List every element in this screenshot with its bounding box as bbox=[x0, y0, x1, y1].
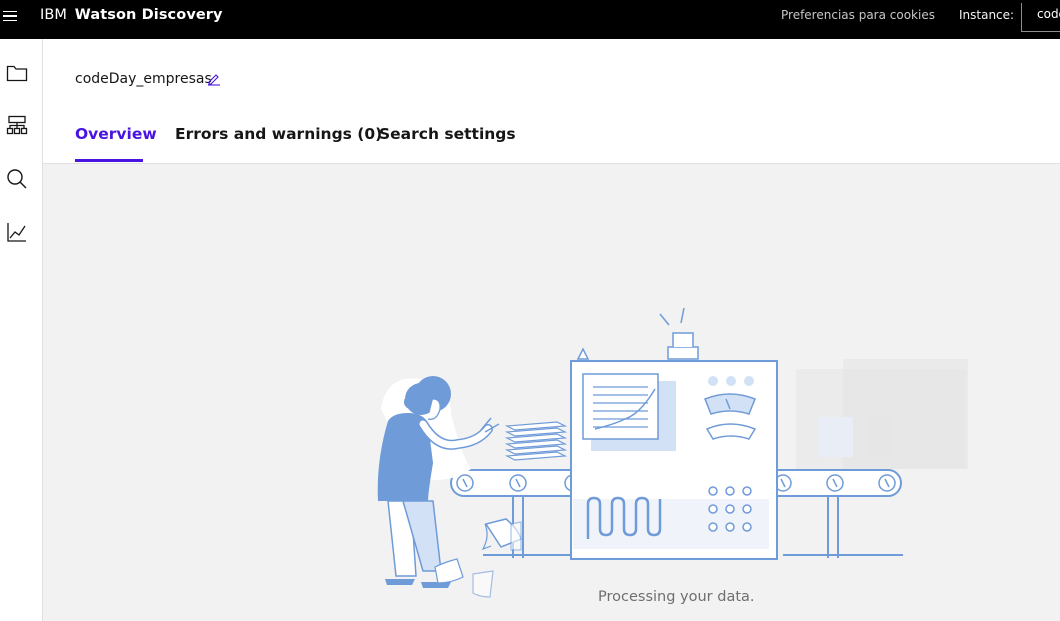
search-icon[interactable] bbox=[5, 167, 29, 191]
brand-ibm: IBM bbox=[40, 7, 68, 23]
tab-errors-and-warnings[interactable]: Errors and warnings (0) bbox=[175, 125, 382, 143]
chart-line-icon[interactable] bbox=[5, 220, 29, 244]
instance-dropdown[interactable]: codeDay bbox=[1021, 3, 1060, 32]
overview-content-area: Processing your data. bbox=[43, 163, 1060, 621]
app-brand[interactable]: IBM Watson Discovery bbox=[40, 7, 223, 23]
folder-icon[interactable] bbox=[5, 61, 29, 85]
tab-search-settings[interactable]: Search settings bbox=[379, 125, 516, 143]
tab-overview[interactable]: Overview bbox=[75, 125, 157, 143]
hierarchy-icon[interactable] bbox=[5, 114, 29, 138]
left-sidebar bbox=[0, 39, 43, 621]
brand-product: Watson Discovery bbox=[74, 7, 223, 23]
top-header-bar: IBM Watson Discovery Preferencias para c… bbox=[0, 0, 1060, 39]
project-title: codeDay_empresas bbox=[75, 71, 212, 87]
hamburger-menu-icon[interactable] bbox=[0, 0, 22, 32]
active-tab-indicator bbox=[75, 159, 143, 162]
edit-pencil-icon[interactable] bbox=[207, 71, 221, 86]
instance-label: Instance: bbox=[959, 8, 1015, 22]
data-processing-illustration bbox=[377, 307, 968, 598]
processing-status-text: Processing your data. bbox=[598, 589, 755, 605]
cookie-preferences-link[interactable]: Preferencias para cookies bbox=[781, 8, 935, 22]
tab-bar: Overview Errors and warnings (0) Search … bbox=[43, 114, 1060, 163]
